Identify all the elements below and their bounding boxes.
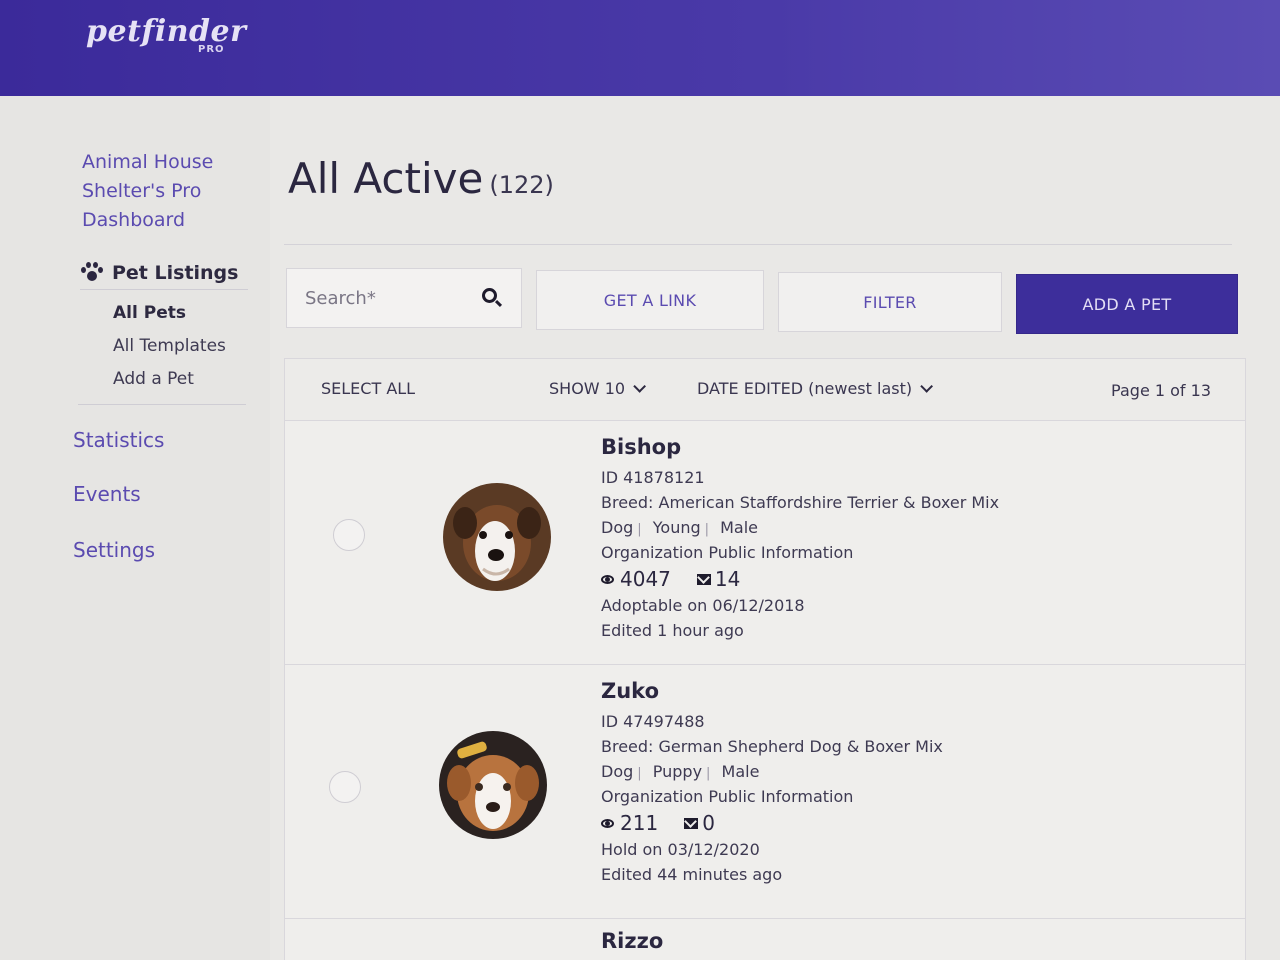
pet-name[interactable]: Rizzo bbox=[601, 929, 663, 959]
pet-row-zuko[interactable]: Zuko ID 47497488 Breed: German Shepherd … bbox=[285, 665, 1245, 919]
sort-dropdown[interactable]: DATE EDITED (newest last) bbox=[697, 379, 934, 398]
mail-icon bbox=[696, 573, 711, 585]
pet-photo-bishop[interactable] bbox=[443, 483, 551, 591]
pet-age: Puppy bbox=[652, 762, 703, 781]
add-a-pet-button[interactable]: ADD A PET bbox=[1016, 274, 1238, 334]
pet-row-rizzo[interactable]: Rizzo bbox=[285, 919, 1245, 960]
pet-attributes: Dog | Puppy | Male bbox=[601, 762, 760, 781]
logo-pro-label: PRO bbox=[198, 44, 225, 55]
sort-label: DATE EDITED (newest last) bbox=[697, 379, 913, 398]
sidebar-item-events[interactable]: Events bbox=[73, 482, 141, 506]
pet-name[interactable]: Zuko bbox=[601, 679, 943, 709]
pet-listings-header[interactable]: Pet Listings bbox=[80, 256, 248, 290]
sidebar-item-add-a-pet[interactable]: Add a Pet bbox=[113, 366, 248, 399]
pet-row-bishop[interactable]: Bishop ID 41878121 Breed: American Staff… bbox=[285, 421, 1245, 665]
main-content: All Active(122) GET A LINK FILTER ADD A … bbox=[270, 96, 1280, 960]
paw-icon bbox=[80, 261, 103, 284]
pet-info-rizzo: Rizzo bbox=[601, 929, 663, 959]
select-all-label: SELECT ALL bbox=[321, 379, 416, 398]
mail-icon bbox=[684, 817, 699, 829]
pet-org-info: Organization Public Information bbox=[601, 787, 854, 806]
title-divider bbox=[284, 244, 1232, 245]
eye-icon bbox=[601, 574, 614, 584]
pet-status: Adoptable on 06/12/2018 bbox=[601, 596, 805, 615]
search-icon[interactable] bbox=[481, 287, 503, 309]
pet-listings-label: Pet Listings bbox=[112, 261, 239, 284]
pet-id: ID 47497488 bbox=[601, 712, 705, 731]
pet-sex: Male bbox=[720, 518, 759, 537]
select-all-button[interactable]: SELECT ALL bbox=[321, 379, 415, 398]
page-indicator: Page 1 of 13 bbox=[1111, 381, 1211, 400]
pet-views: 4047 bbox=[620, 567, 671, 591]
pet-edited: Edited 44 minutes ago bbox=[601, 865, 783, 884]
pet-species: Dog bbox=[601, 762, 634, 781]
list-toolbar: SELECT ALL SHOW 10 DATE EDITED (newest l… bbox=[285, 359, 1245, 421]
sidebar-item-all-pets[interactable]: All Pets bbox=[113, 300, 248, 333]
pet-views: 211 bbox=[620, 811, 659, 835]
page-title: All Active (122) bbox=[288, 154, 554, 203]
pet-attributes: Dog | Young | Male bbox=[601, 518, 759, 537]
row-select-radio[interactable] bbox=[329, 771, 361, 803]
pet-messages: 0 bbox=[702, 811, 715, 835]
pet-edited: Edited 1 hour ago bbox=[601, 621, 744, 640]
pet-photo-zuko[interactable] bbox=[439, 731, 547, 839]
show-count-dropdown[interactable]: SHOW 10 bbox=[549, 379, 647, 398]
pet-listings-subnav: All Pets All Templates Add a Pet bbox=[113, 300, 248, 399]
active-count: (122) bbox=[489, 171, 554, 199]
show-count-label: SHOW 10 bbox=[549, 379, 626, 398]
pet-breed: Breed: American Staffordshire Terrier & … bbox=[601, 493, 1000, 512]
sidebar-item-statistics[interactable]: Statistics bbox=[73, 428, 164, 452]
search-box bbox=[286, 268, 522, 328]
pet-id: ID 41878121 bbox=[601, 468, 705, 487]
pet-name[interactable]: Bishop bbox=[601, 435, 999, 465]
pet-info-bishop: Bishop ID 41878121 Breed: American Staff… bbox=[601, 435, 999, 643]
sidebar-divider bbox=[78, 404, 246, 405]
pet-stats: 211 0 bbox=[601, 809, 943, 837]
filter-button[interactable]: FILTER bbox=[778, 272, 1002, 332]
pet-list: SELECT ALL SHOW 10 DATE EDITED (newest l… bbox=[284, 358, 1246, 960]
pet-sex: Male bbox=[721, 762, 760, 781]
search-input[interactable] bbox=[305, 287, 455, 309]
eye-icon bbox=[601, 818, 614, 828]
chevron-down-icon bbox=[633, 380, 647, 393]
pet-org-info: Organization Public Information bbox=[601, 543, 854, 562]
row-select-radio[interactable] bbox=[333, 519, 365, 551]
pet-messages: 14 bbox=[714, 567, 741, 591]
get-a-link-button[interactable]: GET A LINK bbox=[536, 270, 764, 330]
sidebar-item-all-templates[interactable]: All Templates bbox=[113, 333, 248, 366]
sidebar: Animal House Shelter's Pro Dashboard Pet… bbox=[0, 96, 270, 960]
top-bar: petfinder PRO bbox=[0, 0, 1280, 96]
pet-age: Young bbox=[652, 518, 701, 537]
page-title-text: All Active bbox=[288, 154, 484, 203]
pet-info-zuko: Zuko ID 47497488 Breed: German Shepherd … bbox=[601, 679, 943, 887]
sidebar-item-settings[interactable]: Settings bbox=[73, 538, 155, 562]
chevron-down-icon bbox=[920, 380, 934, 393]
org-dashboard-link[interactable]: Animal House Shelter's Pro Dashboard bbox=[82, 148, 252, 235]
pet-species: Dog bbox=[601, 518, 634, 537]
pet-status: Hold on 03/12/2020 bbox=[601, 840, 760, 859]
pet-breed: Breed: German Shepherd Dog & Boxer Mix bbox=[601, 737, 943, 756]
pet-stats: 4047 14 bbox=[601, 565, 999, 593]
